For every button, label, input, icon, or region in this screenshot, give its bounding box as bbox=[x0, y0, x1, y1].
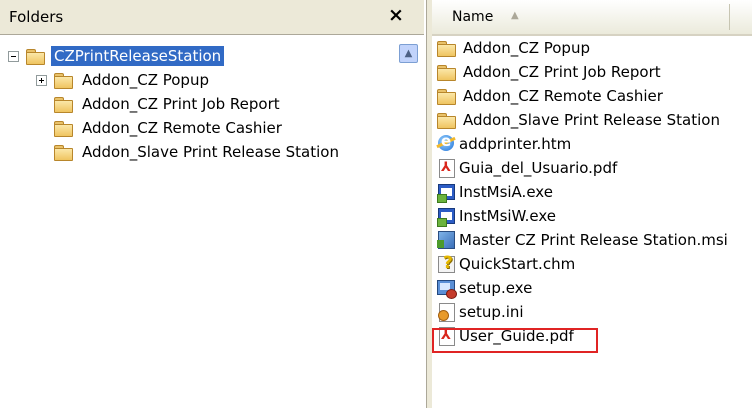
tree-item-label: CZPrintReleaseStation bbox=[51, 46, 225, 66]
tree-item[interactable]: Addon_CZ Remote Cashier bbox=[36, 116, 285, 140]
file-item[interactable]: addprinter.htm bbox=[436, 132, 572, 156]
setup-exe-highlight bbox=[432, 328, 598, 353]
file-name: Master CZ Print Release Station.msi bbox=[459, 231, 728, 249]
file-item[interactable]: Master CZ Print Release Station.msi bbox=[436, 228, 729, 252]
folder-icon bbox=[53, 144, 73, 161]
setup-icon bbox=[436, 278, 457, 299]
ie-icon bbox=[436, 132, 456, 154]
name-column-label: Name bbox=[452, 9, 494, 25]
folder-icon bbox=[436, 64, 456, 81]
file-name: Addon_CZ Remote Cashier bbox=[463, 87, 663, 105]
collapse-icon[interactable] bbox=[8, 50, 19, 62]
expand-icon[interactable] bbox=[36, 74, 47, 86]
file-item[interactable]: Addon_CZ Remote Cashier bbox=[436, 84, 664, 108]
ini-icon bbox=[436, 302, 456, 322]
file-name: setup.ini bbox=[459, 303, 524, 321]
file-item[interactable]: setup.ini bbox=[436, 300, 525, 324]
column-header: Name ▲ bbox=[432, 0, 752, 36]
tree-item[interactable]: Addon_CZ Print Job Report bbox=[36, 92, 283, 116]
file-name: Addon_CZ Print Job Report bbox=[463, 63, 661, 81]
file-name: InstMsiA.exe bbox=[459, 183, 553, 201]
folders-pane-title: Folders bbox=[9, 8, 64, 26]
file-item[interactable]: Addon_CZ Popup bbox=[436, 36, 591, 60]
folder-icon bbox=[25, 48, 45, 65]
pdf-icon bbox=[436, 158, 456, 178]
folder-icon bbox=[436, 40, 456, 57]
files-pane: Name ▲ Addon_CZ Popup Addon_CZ Print Job … bbox=[432, 0, 752, 408]
tree-item[interactable]: Addon_CZ Popup bbox=[36, 68, 212, 92]
file-item[interactable]: InstMsiA.exe bbox=[436, 180, 554, 204]
tree-item-label: Addon_Slave Print Release Station bbox=[82, 143, 339, 161]
close-folders-button[interactable]: × bbox=[388, 3, 404, 27]
column-separator[interactable] bbox=[729, 4, 730, 30]
file-item[interactable]: InstMsiW.exe bbox=[436, 204, 557, 228]
file-item[interactable]: QuickStart.chm bbox=[436, 252, 576, 276]
folders-pane-header: Folders × bbox=[0, 0, 424, 35]
exe-icon bbox=[436, 206, 456, 227]
tree-item[interactable]: CZPrintReleaseStation bbox=[8, 44, 225, 68]
tree-item-label: Addon_CZ Popup bbox=[82, 71, 209, 89]
file-name: QuickStart.chm bbox=[459, 255, 576, 273]
tree-item-label: Addon_CZ Remote Cashier bbox=[82, 119, 282, 137]
folder-icon bbox=[53, 120, 73, 137]
file-name: setup.exe bbox=[459, 279, 533, 297]
file-name: Guia_del_Usuario.pdf bbox=[459, 159, 618, 177]
msi-icon bbox=[436, 230, 456, 250]
file-item[interactable]: setup.exe bbox=[436, 276, 533, 300]
file-item[interactable]: Addon_Slave Print Release Station bbox=[436, 108, 721, 132]
tree-item[interactable]: Addon_Slave Print Release Station bbox=[36, 140, 342, 164]
file-item[interactable]: Addon_CZ Print Job Report bbox=[436, 60, 662, 84]
file-item[interactable]: Guia_del_Usuario.pdf bbox=[436, 156, 618, 180]
file-name: addprinter.htm bbox=[459, 135, 572, 153]
folder-icon bbox=[53, 96, 73, 113]
folder-icon bbox=[436, 112, 456, 129]
tree-item-label: Addon_CZ Print Job Report bbox=[82, 95, 280, 113]
scroll-up-button[interactable]: ▲ bbox=[399, 44, 418, 63]
folders-pane: Folders × CZPrintReleaseStation Addon_CZ … bbox=[0, 0, 426, 408]
exe-icon bbox=[436, 182, 456, 203]
chm-icon bbox=[436, 253, 456, 274]
file-name: Addon_Slave Print Release Station bbox=[463, 111, 720, 129]
folder-icon bbox=[53, 72, 73, 89]
file-name: InstMsiW.exe bbox=[459, 207, 557, 225]
file-name: Addon_CZ Popup bbox=[463, 39, 590, 57]
sort-ascending-icon: ▲ bbox=[511, 10, 519, 21]
folder-icon bbox=[436, 88, 456, 105]
name-column-header[interactable]: Name ▲ bbox=[436, 0, 729, 34]
